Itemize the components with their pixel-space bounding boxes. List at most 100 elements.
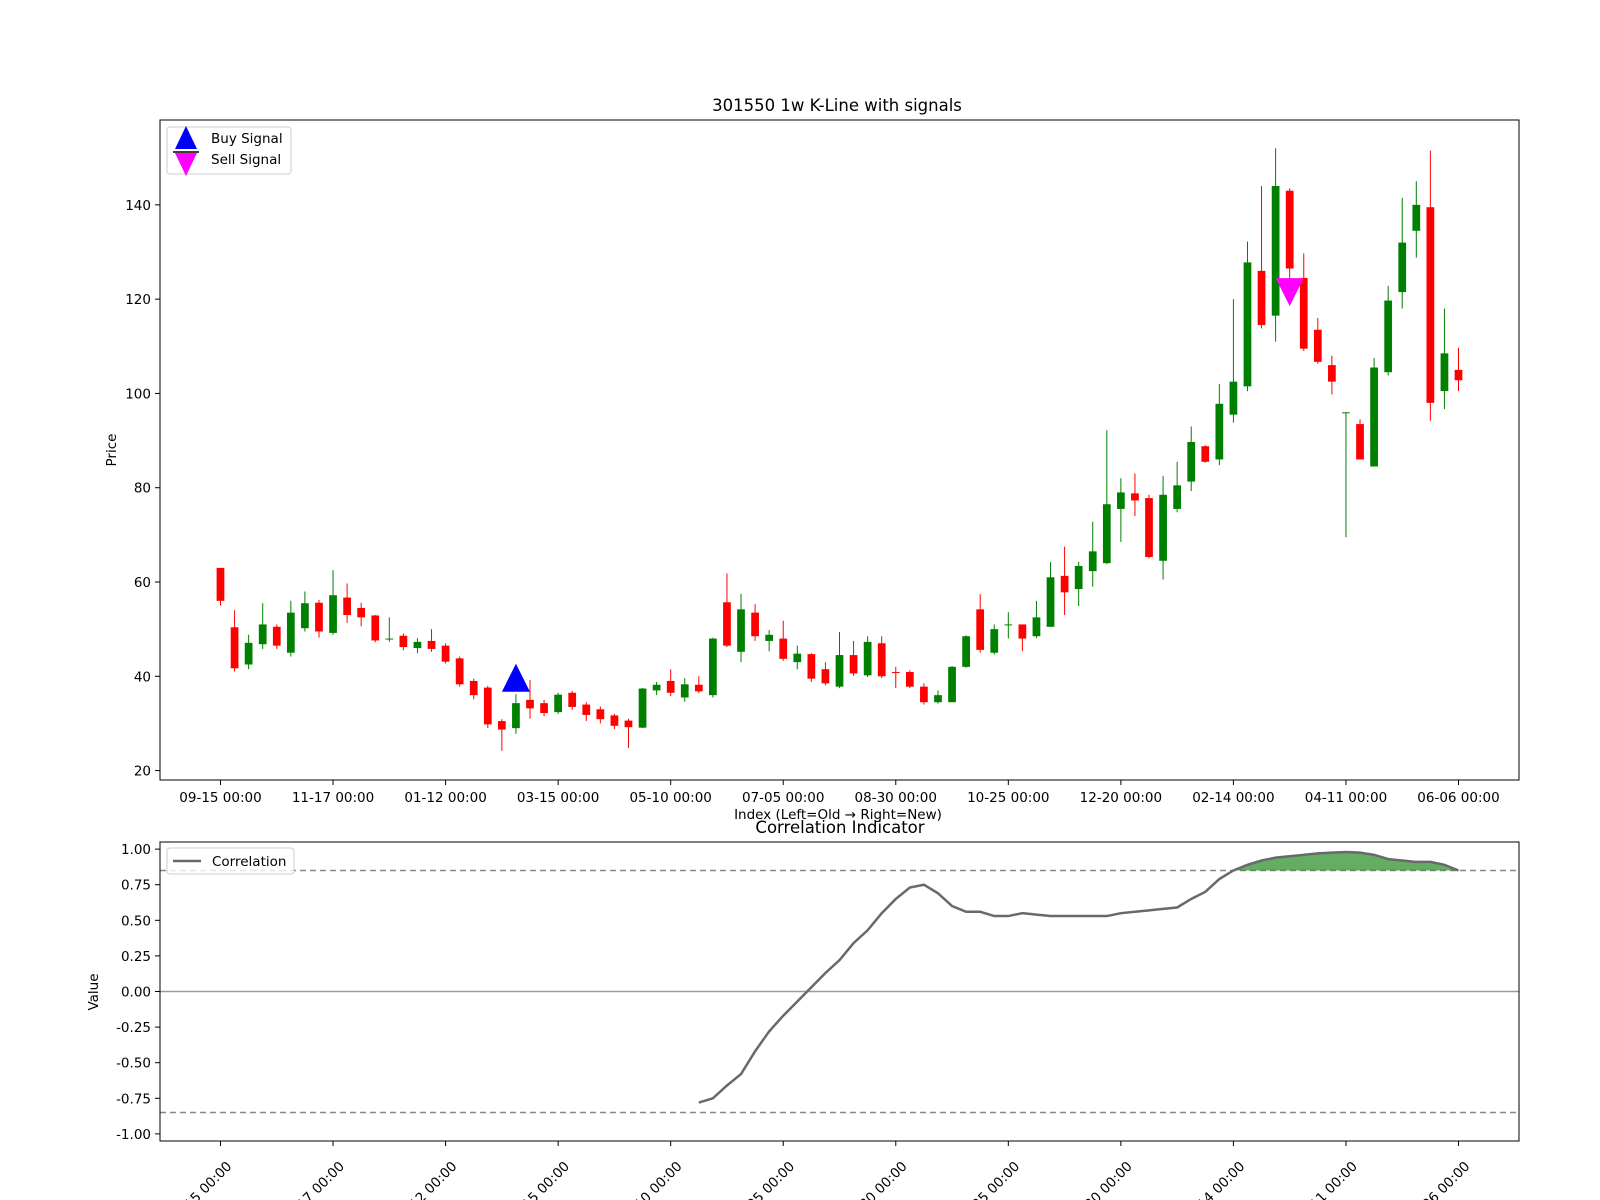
x-tick-label: 06-06 00:00 [1417, 790, 1499, 806]
correlation-title: Correlation Indicator [755, 818, 924, 837]
candle-body [1004, 624, 1013, 626]
y-tick-label: 0.75 [121, 878, 151, 894]
kline-y-axis: 20 40 60 80 100 120 140 [125, 198, 160, 780]
candle-body [1271, 186, 1280, 316]
candle-body [891, 672, 900, 674]
candle-body [1229, 381, 1238, 415]
candle-body [680, 684, 689, 698]
chart-figure: 301550 1w K-Line with signals 20 40 60 80 10… [86, 96, 1520, 1200]
candle-body [385, 638, 394, 640]
y-tick-label: 120 [125, 292, 151, 308]
candle-body [821, 669, 830, 684]
candle-body [343, 597, 351, 615]
candle-body [512, 703, 520, 729]
x-tick-label: 05-10 00:00 [629, 790, 711, 806]
y-tick-label: 0.25 [121, 949, 151, 965]
candle-body [582, 704, 591, 715]
candle-body [807, 654, 816, 679]
candle-body [793, 653, 802, 663]
y-tick-label: 80 [134, 481, 151, 497]
candle-body [1215, 403, 1224, 460]
candle-body [1454, 369, 1463, 381]
candle-body [694, 684, 703, 692]
candle-body [497, 721, 506, 730]
candle-body [779, 638, 788, 659]
candle-body [413, 641, 422, 648]
candle-body [849, 655, 858, 674]
candle-body [272, 626, 281, 646]
candle-body [1046, 577, 1055, 627]
candle-body [990, 629, 999, 653]
x-tick-label: 08-30 00:00 [841, 1159, 911, 1200]
candle-body [455, 658, 464, 685]
candle-body [638, 688, 647, 728]
candle-body [751, 612, 759, 637]
candle-body [1088, 551, 1097, 572]
x-tick-label: 02-14 00:00 [1179, 1159, 1249, 1200]
candle-body [610, 715, 619, 726]
candle-body [568, 692, 577, 707]
candle-body [1412, 204, 1421, 231]
candle-body [1018, 624, 1027, 639]
x-tick-label: 04-11 00:00 [1291, 1159, 1361, 1200]
kline-legend: Buy Signal Sell Signal [166, 126, 292, 176]
candle-body [1257, 270, 1266, 326]
candle-body [1060, 575, 1069, 593]
candle-body [1145, 498, 1153, 558]
x-tick-label: 03-15 00:00 [517, 790, 599, 806]
candle-body [286, 612, 295, 653]
y-tick-label: -1.00 [116, 1127, 151, 1143]
candle-body [427, 640, 436, 649]
y-tick-label: -0.25 [116, 1020, 151, 1036]
kline-y-axis-label: Price [104, 434, 120, 467]
correlation-legend: Correlation [166, 847, 295, 875]
candle-body [624, 720, 633, 728]
x-tick-label: 08-30 00:00 [855, 790, 937, 806]
candle-body [357, 607, 366, 618]
candle-body [1074, 565, 1083, 590]
candle-body [934, 695, 942, 703]
candle-body [1398, 242, 1407, 293]
candle-body [1313, 329, 1322, 362]
candle-body [1032, 617, 1041, 637]
candle-body [835, 655, 844, 687]
kline-title: 301550 1w K-Line with signals [712, 96, 962, 115]
candle-body [230, 627, 239, 669]
y-tick-label: 60 [134, 575, 151, 591]
y-tick-label: 40 [134, 669, 151, 685]
y-tick-label: 140 [125, 198, 151, 214]
candle-body [1356, 424, 1364, 460]
correlation-legend-label: Correlation [212, 854, 286, 870]
x-tick-label: 06-06 00:00 [1404, 1159, 1474, 1200]
candle-body [469, 681, 478, 696]
correlation-x-axis: 09-15 00:00 11-17 00:00 01-12 00:00 03-15 0… [166, 1141, 1474, 1200]
correlation-panel: Correlation Indicator -1.00 -0.75 -0.50 -0.… [86, 818, 1520, 1200]
kline-x-axis: 09-15 00:00 11-17 00:00 01-12 00:00 03-15 0… [179, 780, 1500, 806]
sell-signal-marker [1275, 278, 1304, 307]
candle-body [315, 602, 323, 632]
candle-body [526, 699, 534, 709]
correlation-y-axis-label: Value [86, 973, 102, 1010]
candle-body [1370, 367, 1378, 467]
kline-plot-area [216, 148, 1463, 751]
candle-body [709, 638, 717, 696]
candle-body [1187, 441, 1196, 482]
x-tick-label: 11-17 00:00 [278, 1159, 348, 1200]
candle-body [540, 703, 548, 714]
sell-signal-legend-label: Sell Signal [211, 152, 281, 168]
candle-body [905, 672, 914, 687]
candle-body [483, 687, 492, 725]
candle-body [1131, 493, 1139, 501]
candle-body [258, 624, 267, 645]
x-tick-label: 05-10 00:00 [616, 1159, 686, 1200]
candle-body [371, 615, 380, 641]
candle-body [1285, 190, 1294, 269]
y-tick-label: 0.50 [121, 913, 151, 929]
candle-body [666, 681, 675, 693]
x-tick-label: 07-05 00:00 [742, 790, 824, 806]
candle-body [1299, 277, 1308, 349]
candle-body [1159, 494, 1167, 561]
buy-signal-legend-label: Buy Signal [211, 131, 283, 147]
correlation-line [698, 850, 1459, 1104]
candle-body [1201, 446, 1210, 462]
